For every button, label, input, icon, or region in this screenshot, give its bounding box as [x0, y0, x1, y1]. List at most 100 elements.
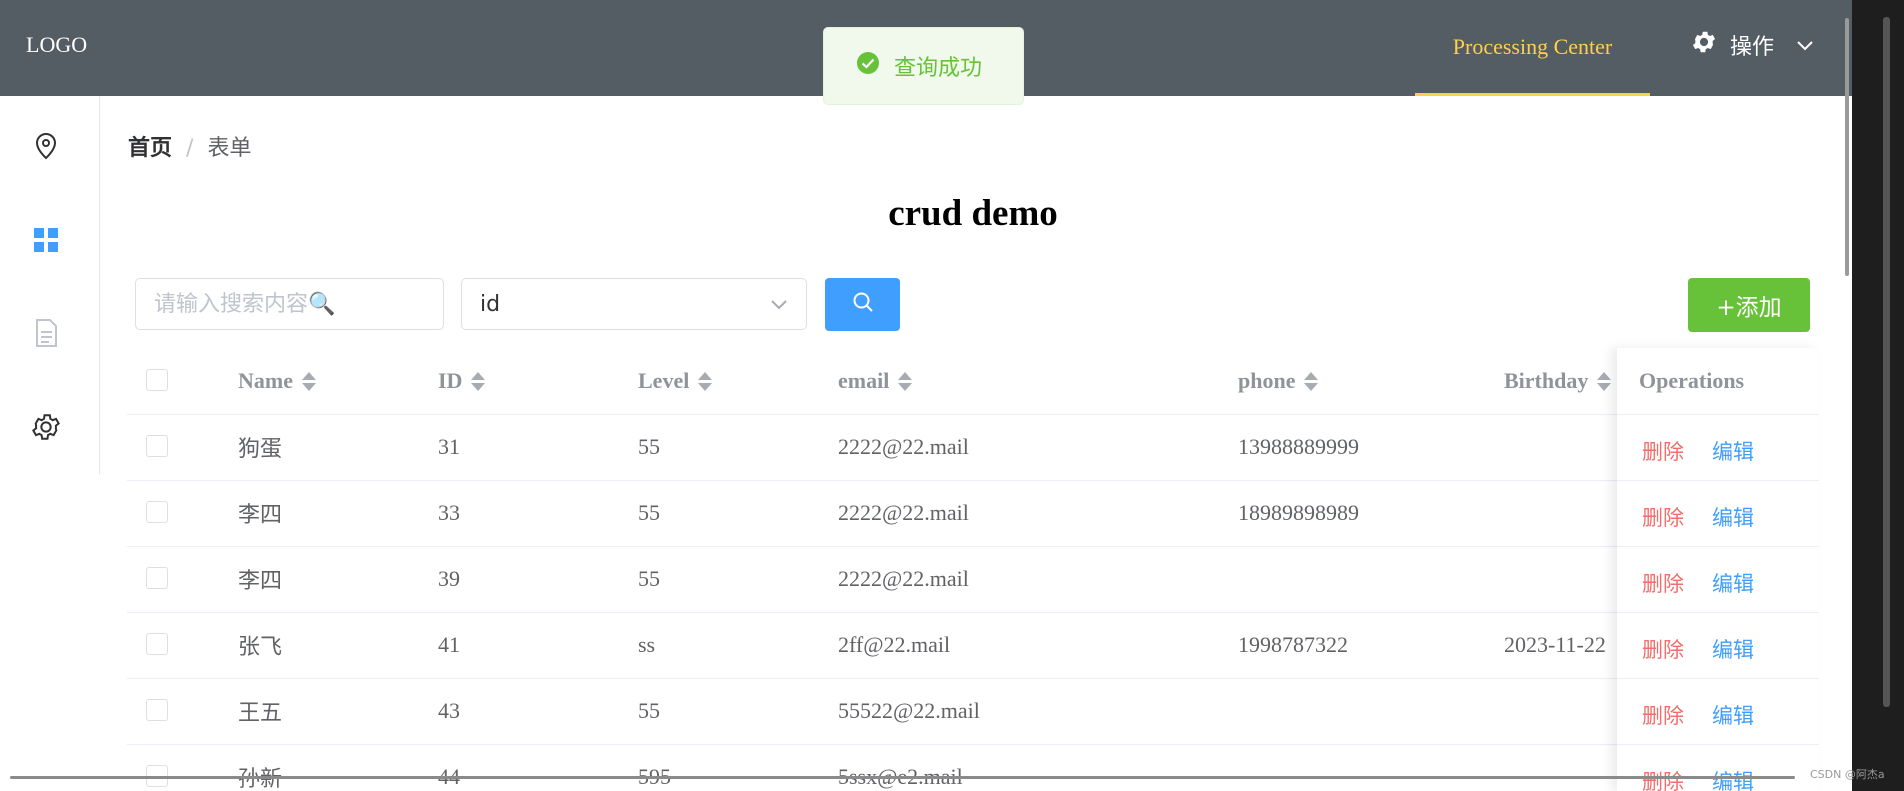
- cell-email: 2ff@22.mail: [838, 632, 951, 657]
- success-toast: 查询成功: [823, 27, 1024, 105]
- settings-gear-icon[interactable]: [30, 411, 62, 443]
- edit-button[interactable]: 编辑: [1712, 502, 1754, 532]
- column-header-phone[interactable]: phone: [1238, 348, 1319, 414]
- page-title: crud demo: [888, 193, 1058, 234]
- toast-message: 查询成功: [894, 56, 983, 81]
- operations-dropdown[interactable]: 操作: [1690, 28, 1814, 62]
- edit-button[interactable]: 编辑: [1712, 436, 1754, 466]
- cell-name: 狗蛋: [238, 436, 283, 461]
- cell-level: 595: [638, 764, 671, 789]
- window-scrollbar-thumb[interactable]: [1883, 17, 1890, 707]
- operations-cell: 删除 编辑: [1617, 546, 1819, 613]
- cell-email: 2222@22.mail: [838, 500, 969, 525]
- menu-item-processing-center[interactable]: Processing Center: [1415, 0, 1650, 96]
- table-row: 孙新 44 595 5ssx@e2.mail: [127, 744, 1819, 791]
- horizontal-scrollbar[interactable]: [10, 776, 1795, 779]
- table-row: 狗蛋 31 55 2222@22.mail 13988889999: [127, 414, 1819, 481]
- cell-id: 33: [438, 500, 460, 525]
- column-header-id[interactable]: ID: [438, 348, 486, 414]
- delete-button[interactable]: 删除: [1642, 568, 1684, 598]
- operations-cell: 删除 编辑: [1617, 678, 1819, 745]
- operations-column: Operations 删除 编辑 删除 编辑 删除 编辑 删除 编辑 删除 编辑…: [1617, 348, 1819, 791]
- breadcrumb-current: 表单: [207, 136, 252, 161]
- cell-id: 41: [438, 632, 460, 657]
- cell-id: 31: [438, 434, 460, 459]
- row-checkbox[interactable]: [146, 699, 168, 721]
- column-header-email[interactable]: email: [838, 348, 913, 414]
- sort-caret-icon[interactable]: [898, 371, 913, 391]
- cell-id: 44: [438, 764, 460, 789]
- operations-header: Operations: [1617, 348, 1819, 415]
- delete-button[interactable]: 删除: [1642, 436, 1684, 466]
- column-header-birthday[interactable]: Birthday: [1504, 348, 1612, 414]
- cell-name: 张飞: [238, 634, 283, 659]
- operations-cell: 删除 编辑: [1617, 414, 1819, 481]
- cell-email: 55522@22.mail: [838, 698, 980, 723]
- cell-name: 孙新: [238, 744, 282, 791]
- sort-caret-icon[interactable]: [1597, 371, 1612, 391]
- table-row: 李四 33 55 2222@22.mail 18989898989: [127, 480, 1819, 547]
- cell-phone: 13988889999: [1238, 434, 1359, 459]
- select-value: id: [480, 291, 501, 317]
- sort-caret-icon[interactable]: [301, 371, 316, 391]
- check-circle-icon: [856, 51, 880, 81]
- column-header-name[interactable]: Name: [238, 348, 316, 414]
- cell-name: 李四: [238, 502, 283, 527]
- cell-id: 39: [438, 566, 460, 591]
- cell-level: 55: [638, 434, 660, 459]
- sort-caret-icon[interactable]: [698, 371, 713, 391]
- cell-email: 2222@22.mail: [838, 434, 969, 459]
- cell-level: 55: [638, 500, 660, 525]
- watermark: CSDN @阿杰a: [1810, 768, 1885, 781]
- delete-button[interactable]: 删除: [1642, 634, 1684, 664]
- gear-icon: [1690, 28, 1718, 62]
- delete-button[interactable]: 删除: [1642, 502, 1684, 532]
- logo: LOGO: [26, 32, 88, 57]
- app-window: LOGO Processing Center 操作 首页 / 表单 crud d…: [0, 0, 1852, 791]
- window-scrollbar-track: [1852, 0, 1904, 791]
- cell-email: 5ssx@e2.mail: [838, 764, 963, 789]
- cell-level: 55: [638, 698, 660, 723]
- data-table: Name ID Level email phone Birthday 狗蛋 31…: [127, 348, 1819, 791]
- breadcrumb: 首页 / 表单: [128, 130, 251, 162]
- row-checkbox[interactable]: [146, 435, 168, 457]
- cell-level: 55: [638, 566, 660, 591]
- document-icon[interactable]: [30, 317, 62, 349]
- edit-button[interactable]: 编辑: [1712, 568, 1754, 598]
- search-input[interactable]: [135, 278, 444, 330]
- column-header-level[interactable]: Level: [638, 348, 713, 414]
- cell-birthday: 2023-11-22: [1504, 632, 1606, 657]
- sort-caret-icon[interactable]: [471, 371, 486, 391]
- select-all-checkbox[interactable]: [146, 369, 168, 391]
- cell-level: ss: [638, 632, 656, 657]
- location-pin-icon[interactable]: [30, 130, 62, 162]
- cell-name: 王五: [238, 700, 283, 725]
- search-icon: [851, 290, 875, 319]
- add-button[interactable]: +添加: [1688, 278, 1810, 332]
- chevron-down-icon: [770, 292, 788, 317]
- search-button[interactable]: [825, 278, 900, 331]
- sort-caret-icon[interactable]: [1304, 371, 1319, 391]
- breadcrumb-separator: /: [186, 136, 194, 161]
- operations-cell: 删除 编辑: [1617, 744, 1819, 791]
- breadcrumb-home[interactable]: 首页: [128, 136, 172, 161]
- vertical-scrollbar[interactable]: [1845, 18, 1849, 276]
- operations-cell: 删除 编辑: [1617, 480, 1819, 547]
- operations-cell: 删除 编辑: [1617, 612, 1819, 679]
- column-header-operations: Operations: [1639, 368, 1745, 393]
- edit-button[interactable]: 编辑: [1712, 634, 1754, 664]
- chevron-down-icon: [1796, 33, 1814, 58]
- cell-phone: 1998787322: [1238, 632, 1348, 657]
- row-checkbox[interactable]: [146, 567, 168, 589]
- row-checkbox[interactable]: [146, 633, 168, 655]
- cell-phone: 18989898989: [1238, 500, 1359, 525]
- search-field-select[interactable]: id: [461, 278, 807, 330]
- sidebar: [0, 96, 100, 474]
- row-checkbox[interactable]: [146, 501, 168, 523]
- edit-button[interactable]: 编辑: [1712, 700, 1754, 730]
- table-header-row: Name ID Level email phone Birthday: [127, 348, 1819, 415]
- cell-name: 李四: [238, 568, 283, 593]
- delete-button[interactable]: 删除: [1642, 700, 1684, 730]
- cell-email: 2222@22.mail: [838, 566, 969, 591]
- table-row: 张飞 41 ss 2ff@22.mail 1998787322 2023-11-…: [127, 612, 1819, 679]
